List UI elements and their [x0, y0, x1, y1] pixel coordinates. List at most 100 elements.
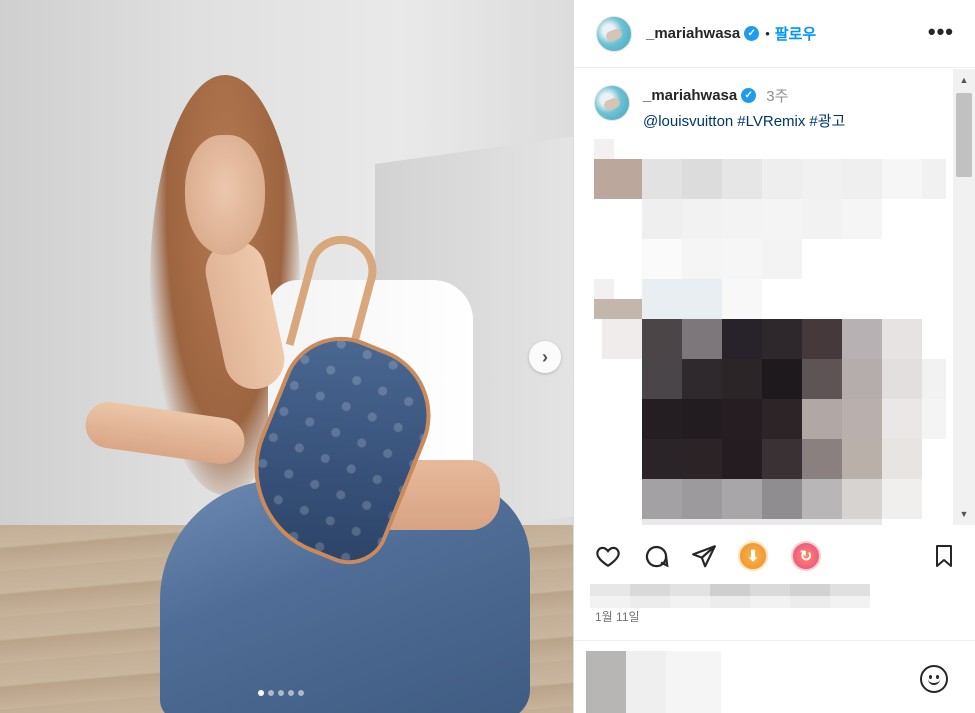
carousel-dot-5: [298, 690, 304, 696]
share-button[interactable]: [688, 540, 720, 572]
pixel-cell: [762, 479, 802, 519]
more-options-icon[interactable]: •••: [928, 21, 954, 43]
avatar[interactable]: [596, 15, 632, 52]
pixel-cell: [642, 279, 722, 319]
verified-badge-icon: ✓: [744, 26, 760, 41]
pixel-cell: [642, 159, 682, 199]
carousel-dot-2: [268, 690, 274, 696]
pixel-cell: [682, 239, 722, 279]
pixel-cell: [882, 319, 922, 359]
pixel-cell: [590, 584, 630, 596]
header-username[interactable]: _mariahwasa: [646, 25, 740, 42]
pixel-cell: [882, 359, 922, 399]
comments-area[interactable]: _mariahwasa ✓ 3주 @louisvuitton #LVRemix #광…: [574, 69, 954, 525]
action-bar: ⬇ ↻: [574, 540, 975, 580]
post-date[interactable]: 1월 11일: [595, 608, 640, 625]
repost-extension-icon: ↻: [791, 541, 821, 571]
comments-scrollbar[interactable]: ▲ ▼: [953, 69, 975, 525]
pixel-cell: [722, 399, 762, 439]
pixel-cell: [682, 159, 722, 199]
pixel-cell: [682, 199, 722, 239]
carousel-dot-4: [288, 690, 294, 696]
pixel-cell: [594, 299, 642, 319]
scrollbar-thumb[interactable]: [956, 93, 972, 177]
pixel-cell: [882, 399, 922, 439]
carousel-dot-3: [278, 690, 284, 696]
pixel-cell: [882, 159, 922, 199]
pixel-cell: [802, 479, 842, 519]
comment-button[interactable]: [640, 540, 672, 572]
pixel-cell: [642, 399, 682, 439]
pixel-cell: [594, 159, 642, 199]
pixel-cell: [802, 159, 842, 199]
pixel-cell: [922, 399, 946, 439]
pixel-cell: [882, 439, 922, 479]
download-extension-icon: ⬇: [738, 541, 768, 571]
add-comment-row[interactable]: [574, 640, 975, 713]
pixel-cell: [642, 239, 682, 279]
pixel-cell: [682, 319, 722, 359]
scroll-down-arrow-icon[interactable]: ▼: [953, 505, 975, 523]
pixel-cell: [682, 479, 722, 519]
pixel-cell: [802, 319, 842, 359]
pixel-cell: [722, 359, 762, 399]
pixel-cell: [722, 199, 762, 239]
pixel-cell: [830, 584, 870, 596]
chevron-right-icon: ›: [542, 346, 548, 367]
post-side-panel: _mariahwasa ✓ • 팔로우 ••• _mariahwasa ✓ 3주…: [573, 0, 975, 713]
download-button[interactable]: ⬇: [737, 540, 769, 572]
pixel-cell: [642, 479, 682, 519]
pixel-cell: [630, 584, 670, 596]
pixel-cell: [842, 319, 882, 359]
follow-button[interactable]: 팔로우: [775, 23, 816, 44]
pixel-cell: [922, 359, 946, 399]
pixel-cell: [642, 359, 682, 399]
pixel-cell: [922, 159, 946, 199]
pixel-cell: [842, 359, 882, 399]
pixel-cell: [802, 199, 842, 239]
pixel-cell: [626, 651, 666, 713]
pixel-cell: [670, 596, 710, 608]
pixel-cell: [722, 479, 762, 519]
next-image-button[interactable]: ›: [529, 341, 561, 373]
send-icon: [692, 545, 716, 568]
pixel-cell: [722, 279, 762, 319]
pixel-cell: [750, 584, 790, 596]
pixel-cell: [762, 439, 802, 479]
pixel-cell: [642, 519, 882, 525]
pixel-cell: [642, 319, 682, 359]
carousel-indicator: [258, 690, 304, 696]
bookmark-icon: [936, 545, 952, 567]
pixel-cell: [842, 439, 882, 479]
pixel-cell: [842, 199, 882, 239]
pixel-cell: [750, 596, 790, 608]
emoji-icon[interactable]: [920, 665, 948, 693]
pixelated-comment-input: [586, 651, 721, 713]
pixel-cell: [590, 596, 630, 608]
pixel-cell: [762, 359, 802, 399]
pixel-cell: [842, 159, 882, 199]
pixel-cell: [802, 399, 842, 439]
pixel-cell: [762, 319, 802, 359]
pixel-cell: [802, 439, 842, 479]
scroll-up-arrow-icon[interactable]: ▲: [953, 71, 975, 89]
pixel-cell: [710, 596, 750, 608]
pixel-cell: [722, 159, 762, 199]
like-button[interactable]: [592, 540, 624, 572]
pixel-cell: [842, 479, 882, 519]
repost-button[interactable]: ↻: [790, 540, 822, 572]
pixelated-comments: [574, 69, 954, 525]
pixel-cell: [722, 319, 762, 359]
post-photo[interactable]: ›: [0, 0, 573, 713]
comment-icon: [645, 545, 669, 567]
pixel-cell: [682, 359, 722, 399]
pixel-cell: [722, 239, 762, 279]
pixel-cell: [882, 479, 922, 519]
pixel-cell: [670, 584, 710, 596]
pixelated-likes: [590, 584, 880, 608]
save-button[interactable]: [928, 540, 960, 572]
pixel-cell: [586, 651, 626, 713]
photo-face: [185, 135, 265, 255]
pixel-cell: [830, 596, 870, 608]
pixel-cell: [602, 319, 642, 359]
